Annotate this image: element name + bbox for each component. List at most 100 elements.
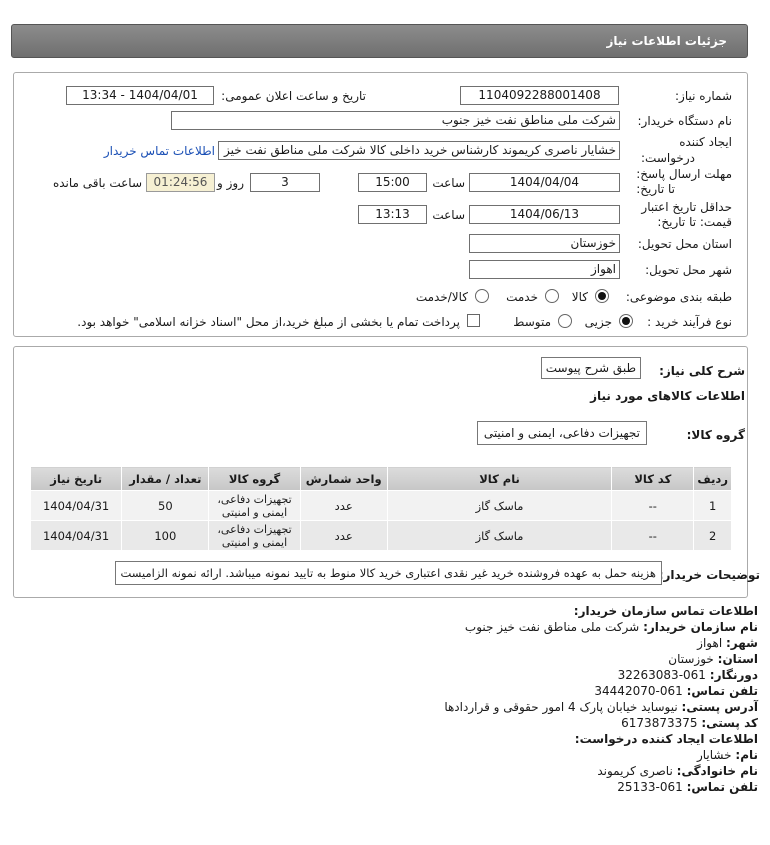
deadline-time-field: 15:00	[358, 173, 427, 192]
buyer-contact-link[interactable]: اطلاعات تماس خریدار	[104, 144, 215, 158]
creator-info-title: اطلاعات ایجاد کننده درخواست:	[574, 732, 758, 746]
validity-time-label: ساعت	[432, 208, 465, 222]
cell-qty: 100	[121, 520, 210, 551]
need-number-label: شماره نیاز:	[675, 89, 732, 103]
province-field: خوزستان	[469, 234, 620, 253]
contact-fax: دورنگار: 061-32263083	[618, 668, 758, 682]
creator-first-name: نام: خشایار	[697, 748, 758, 762]
creator-phone-label: تلفن تماس:	[686, 780, 758, 794]
table-row: 2 -- ماسک گاز عدد تجهیزات دفاعی، ایمنی و…	[29, 520, 732, 551]
col-unit-header: واحد شمارش	[299, 466, 388, 491]
category-option-service: خدمت	[506, 290, 538, 304]
contact-city: شهر: اهواز	[697, 636, 758, 650]
col-qty-header: تعداد / مقدار	[121, 466, 210, 491]
page-title: جزئیات اطلاعات نیاز	[606, 34, 727, 48]
process-label: نوع فرآیند خرید :	[647, 315, 732, 329]
buyer-label: نام دستگاه خریدار:	[637, 114, 733, 128]
creator-label-line1: ایجاد کننده	[679, 135, 732, 149]
contact-buyer-name-label: نام سازمان خریدار:	[643, 620, 758, 634]
deadline-label-line2: تا تاریخ:	[636, 182, 675, 196]
cell-name: ماسک گاز	[386, 520, 613, 551]
province-label: استان محل تحویل:	[637, 237, 732, 251]
creator-last-name: نام خانوادگی: ناصری کریموند	[597, 764, 758, 778]
contact-fax-label: دورنگار:	[709, 668, 758, 682]
validity-label-line1: حداقل تاریخ اعتبار	[641, 200, 732, 214]
process-radio-medium[interactable]	[558, 314, 572, 328]
goods-info-title: اطلاعات کالاهای مورد نیاز	[590, 389, 745, 403]
city-field: اهواز	[469, 260, 620, 279]
contact-buyer-name: نام سازمان خریدار: شرکت ملی مناطق نفت خی…	[465, 620, 758, 634]
cell-code: --	[611, 520, 695, 551]
creator-last-name-label: نام خانوادگی:	[676, 764, 758, 778]
contact-province-label: استان:	[717, 652, 758, 666]
cell-group: تجهیزات دفاعی، ایمنی و امنیتی	[208, 520, 301, 551]
buyer-notes-box: هزینه حمل به عهده فروشنده خرید غیر نقدی …	[114, 561, 662, 585]
summary-label: شرح کلی نیاز:	[659, 364, 745, 378]
contact-buyer-name-value: شرکت ملی مناطق نفت خیز جنوب	[464, 620, 640, 634]
contact-postal: کد پستی: 6173873375	[621, 716, 758, 730]
col-name-header: نام کالا	[386, 466, 613, 491]
creator-last-name-value: ناصری کریموند	[597, 764, 673, 778]
category-label: طبقه بندی موضوعی:	[625, 290, 732, 304]
validity-time-field: 13:13	[358, 205, 427, 224]
col-code-header: کد کالا	[611, 466, 695, 491]
cell-group: تجهیزات دفاعی، ایمنی و امنیتی	[208, 490, 301, 521]
remaining-label: ساعت باقی مانده	[52, 176, 142, 190]
cell-unit: عدد	[299, 490, 388, 521]
contact-address-value: نیوساید خیابان پارک 4 امور حقوقی و قرارد…	[444, 700, 678, 714]
col-group-header: گروه کالا	[208, 466, 301, 491]
col-row-header: ردیف	[693, 466, 732, 491]
process-option-minor: جزیی	[584, 315, 612, 329]
goods-group-box: تجهیزات دفاعی، ایمنی و امنیتی	[476, 421, 647, 445]
deadline-label-line1: مهلت ارسال پاسخ:	[636, 167, 732, 181]
treasury-checkbox[interactable]	[467, 314, 480, 327]
creator-field: خشایار ناصری کریموند کارشناس خرید داخلی …	[218, 141, 620, 160]
announce-label: تاریخ و ساعت اعلان عمومی:	[221, 89, 366, 103]
creator-phone-value: 061-25133	[617, 780, 683, 794]
summary-box: طبق شرح پیوست	[540, 357, 641, 379]
city-label: شهر محل تحویل:	[645, 263, 732, 277]
buyer-notes-label: توضیحات خریدار:	[658, 568, 760, 582]
cell-code: --	[611, 490, 695, 521]
validity-label-line2: قیمت: تا تاریخ:	[657, 215, 732, 229]
contact-phone-label: تلفن تماس:	[686, 684, 758, 698]
creator-first-name-label: نام:	[735, 748, 758, 762]
buyer-field: شرکت ملی مناطق نفت خیز جنوب	[171, 111, 620, 130]
contact-province-value: خوزستان	[668, 652, 714, 666]
category-radio-goods-service[interactable]	[475, 289, 489, 303]
deadline-time-label: ساعت	[432, 176, 465, 190]
contact-postal-value: 6173873375	[621, 716, 698, 730]
creator-first-name-value: خشایار	[696, 748, 732, 762]
contact-address: آدرس پستی: نیوساید خیابان پارک 4 امور حق…	[444, 700, 758, 714]
contact-city-value: اهواز	[697, 636, 723, 650]
creator-phone: تلفن تماس: 061-25133	[617, 780, 758, 794]
days-label: روز و	[217, 176, 244, 190]
cell-name: ماسک گاز	[386, 490, 613, 521]
payment-note: پرداخت تمام یا بخشی از مبلغ خرید،از محل …	[77, 315, 460, 329]
process-radio-minor[interactable]	[619, 314, 633, 328]
need-number-field: 1104092288001408	[460, 86, 619, 105]
announce-field: 1404/04/01 - 13:34	[66, 86, 214, 105]
category-option-goods: کالا	[571, 290, 588, 304]
category-radio-service[interactable]	[545, 289, 559, 303]
header-bar: جزئیات اطلاعات نیاز	[11, 24, 748, 58]
cell-unit: عدد	[299, 520, 388, 551]
validity-date-field: 1404/06/13	[469, 205, 620, 224]
contact-city-label: شهر:	[726, 636, 758, 650]
cell-date: 1404/04/31	[29, 520, 123, 551]
cell-row: 1	[693, 490, 732, 521]
contact-org-title: اطلاعات تماس سازمان خریدار:	[573, 604, 758, 618]
contact-province: استان: خوزستان	[668, 652, 758, 666]
contact-fax-value: 061-32263083	[617, 668, 706, 682]
cell-date: 1404/04/31	[29, 490, 123, 521]
contact-postal-label: کد پستی:	[701, 716, 758, 730]
contact-phone: تلفن تماس: 061-34442070	[594, 684, 758, 698]
process-option-medium: متوسط	[513, 315, 551, 329]
category-radio-goods[interactable]	[595, 289, 609, 303]
contact-address-label: آدرس پستی:	[681, 700, 758, 714]
category-option-goods-service: کالا/خدمت	[415, 290, 468, 304]
deadline-date-field: 1404/04/04	[469, 173, 620, 192]
goods-group-label: گروه کالا:	[686, 428, 745, 442]
creator-label-line2: درخواست:	[641, 151, 695, 165]
table-row: 1 -- ماسک گاز عدد تجهیزات دفاعی، ایمنی و…	[29, 490, 732, 521]
